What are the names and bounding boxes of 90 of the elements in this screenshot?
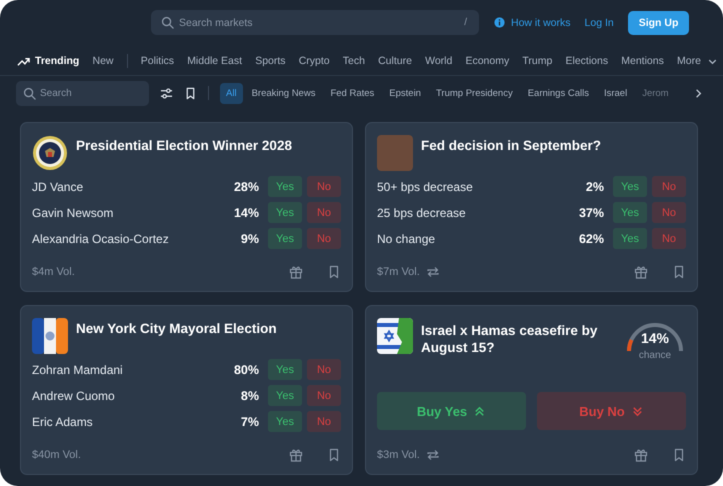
no-button[interactable]: No bbox=[307, 176, 341, 197]
volume-label: $40m Vol. bbox=[32, 449, 81, 461]
nav-link[interactable]: Elections bbox=[565, 55, 608, 67]
yes-button[interactable]: Yes bbox=[268, 202, 302, 223]
outcome-chance: 7% bbox=[240, 414, 259, 428]
market-title: Fed decision in September? bbox=[421, 137, 602, 154]
no-button[interactable]: No bbox=[307, 202, 341, 223]
gift-icon[interactable] bbox=[289, 265, 303, 279]
sign-up-button[interactable]: Sign Up bbox=[628, 10, 690, 34]
nav-link[interactable]: Politics bbox=[140, 55, 174, 67]
nav-link[interactable]: Trump bbox=[522, 55, 552, 67]
how-it-works-link[interactable]: How it works bbox=[493, 16, 571, 29]
outcome-name: 25 bps decrease bbox=[377, 206, 467, 220]
flag-drawing bbox=[377, 318, 413, 354]
no-button[interactable]: No bbox=[652, 176, 686, 197]
outcome-chance: 8% bbox=[240, 388, 259, 402]
nav-link[interactable]: Crypto bbox=[298, 55, 330, 67]
filter-chip[interactable]: Trump Presidency bbox=[430, 82, 519, 104]
sliders-icon[interactable] bbox=[160, 86, 173, 100]
nav-link[interactable]: Sports bbox=[255, 55, 286, 67]
outcome-name: Andrew Cuomo bbox=[32, 388, 116, 402]
outcome-name: Gavin Newsom bbox=[32, 206, 114, 220]
gift-icon[interactable] bbox=[289, 448, 303, 462]
nav-link[interactable]: World bbox=[425, 55, 452, 67]
search-icon bbox=[23, 86, 36, 100]
filter-chip[interactable]: Israel bbox=[598, 82, 634, 104]
no-button[interactable]: No bbox=[307, 359, 341, 380]
double-chevron-up-icon bbox=[473, 404, 486, 418]
yes-button[interactable]: Yes bbox=[613, 202, 647, 223]
seal-emblem bbox=[32, 135, 68, 171]
filter-chip[interactable]: Fed Rates bbox=[324, 82, 380, 104]
nav-link[interactable]: Economy bbox=[465, 55, 510, 67]
volume-label: $4m Vol. bbox=[32, 266, 75, 278]
outcome-chance: 9% bbox=[240, 232, 259, 246]
buy-no-button[interactable]: Buy No bbox=[537, 392, 686, 430]
info-icon bbox=[493, 16, 506, 29]
double-chevron-down-icon bbox=[630, 404, 644, 418]
no-button[interactable]: No bbox=[307, 228, 341, 249]
bookmark-icon[interactable] bbox=[184, 86, 197, 100]
outcome-chance: 37% bbox=[578, 206, 604, 220]
search-field[interactable]: Search bbox=[16, 80, 149, 106]
no-button[interactable]: No bbox=[307, 411, 341, 432]
yes-button[interactable]: Yes bbox=[268, 359, 302, 380]
buy-yes-button[interactable]: Buy Yes bbox=[377, 392, 526, 430]
nav-tab[interactable]: New bbox=[92, 55, 114, 67]
gift-icon[interactable] bbox=[634, 265, 648, 279]
outcome-name: 50+ bps decrease bbox=[377, 180, 474, 194]
volume-label: $3m Vol. bbox=[377, 449, 420, 461]
filter-chip[interactable]: Earnings Calls bbox=[522, 82, 595, 104]
outcome-chance: 28% bbox=[234, 180, 259, 194]
photo-placeholder bbox=[377, 135, 413, 171]
outcome-chance: 80% bbox=[234, 362, 259, 376]
chance-percent: 14% bbox=[640, 330, 670, 346]
nav-link[interactable]: Mentions bbox=[621, 55, 664, 67]
shortcut-key: / bbox=[464, 17, 467, 28]
yes-button[interactable]: Yes bbox=[613, 228, 647, 249]
log-in-link[interactable]: Log In bbox=[584, 16, 614, 28]
yes-button[interactable]: Yes bbox=[268, 228, 302, 249]
filter-chip[interactable]: Epstein bbox=[383, 82, 427, 104]
nav-link[interactable]: Culture bbox=[378, 55, 412, 67]
yes-button[interactable]: Yes bbox=[268, 411, 302, 432]
outcome-chance: 2% bbox=[586, 180, 604, 194]
no-button[interactable]: No bbox=[652, 228, 686, 249]
market-title: Presidential Election Winner 2028 bbox=[76, 137, 293, 154]
outcome-name: Eric Adams bbox=[32, 414, 94, 428]
nav-tab[interactable]: Trending bbox=[17, 54, 80, 68]
no-button[interactable]: No bbox=[307, 385, 341, 406]
search-icon bbox=[161, 16, 174, 29]
chance-label: chance bbox=[638, 350, 672, 361]
volume-label: $7m Vol. bbox=[377, 266, 420, 278]
more-menu[interactable]: More bbox=[676, 54, 719, 68]
yes-button[interactable]: Yes bbox=[268, 385, 302, 406]
outcome-name: Zohran Mamdani bbox=[32, 362, 124, 376]
nav-link[interactable]: Tech bbox=[342, 55, 365, 67]
nav-link[interactable]: Middle East bbox=[187, 55, 242, 67]
filter-chip[interactable]: Jerom bbox=[636, 82, 675, 104]
market-title: New York City Mayoral Election bbox=[76, 320, 278, 337]
outcome-chance: 14% bbox=[234, 206, 259, 220]
filter-chip[interactable]: All bbox=[220, 82, 243, 104]
outcome-name: JD Vance bbox=[32, 180, 84, 194]
filter-chip[interactable]: Breaking News bbox=[246, 82, 322, 104]
gift-icon[interactable] bbox=[634, 448, 648, 462]
yes-button[interactable]: Yes bbox=[268, 176, 302, 197]
outcome-chance: 62% bbox=[578, 232, 604, 246]
yes-button[interactable]: Yes bbox=[613, 176, 647, 197]
no-button[interactable]: No bbox=[652, 202, 686, 223]
market-title: Israel x Hamas ceasefire by August 15? bbox=[421, 322, 598, 356]
outcome-name: No change bbox=[377, 232, 436, 246]
outcome-name: Alexandria Ocasio-Cortez bbox=[32, 232, 170, 246]
flag-drawing bbox=[32, 318, 68, 354]
